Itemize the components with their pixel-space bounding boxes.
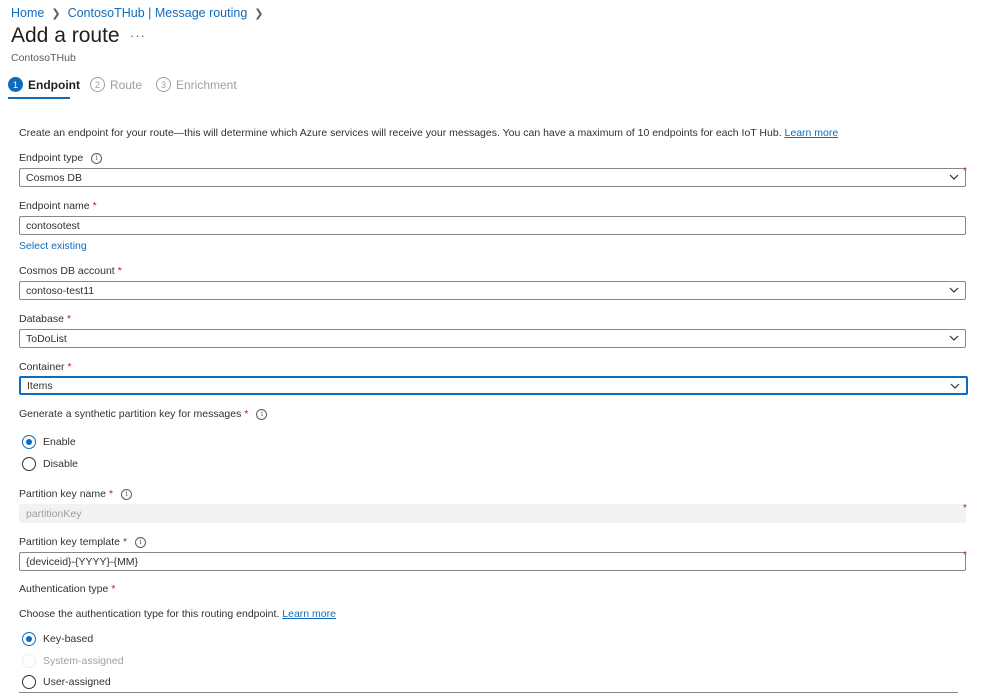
breadcrumb-hub[interactable]: ContosoTHub | Message routing: [68, 6, 248, 20]
container-label: Container *: [19, 361, 72, 373]
required-marker: *: [111, 583, 116, 595]
select-existing-link[interactable]: Select existing: [19, 240, 87, 252]
radio-user-assigned[interactable]: User-assigned: [22, 675, 111, 689]
dropdown-value: Items: [27, 379, 53, 392]
radio-label: System-assigned: [43, 655, 124, 667]
dropdown-value: contoso-test11: [26, 284, 95, 297]
divider: [19, 692, 958, 693]
required-marker: *: [963, 503, 967, 514]
label-text: Endpoint name: [19, 200, 90, 212]
input-value: {deviceid}-{YYYY}-{MM}: [26, 555, 139, 568]
info-icon[interactable]: i: [91, 152, 103, 164]
step-number: 1: [8, 77, 23, 92]
breadcrumb-home[interactable]: Home: [11, 6, 44, 20]
label-text: Container: [19, 361, 65, 373]
label-text: Authentication type: [19, 583, 109, 595]
label-text: Cosmos DB account: [19, 265, 115, 277]
partition-key-name-input: partitionKey: [19, 504, 966, 523]
required-marker: *: [108, 488, 114, 500]
radio-label: Key-based: [43, 633, 94, 645]
learn-more-link[interactable]: Learn more: [785, 127, 839, 139]
cosmos-account-label: Cosmos DB account *: [19, 265, 122, 277]
synthetic-key-label: Generate a synthetic partition key for m…: [19, 408, 268, 420]
cosmos-account-dropdown[interactable]: contoso-test11: [19, 281, 966, 300]
auth-learn-more-link[interactable]: Learn more: [282, 608, 336, 620]
chevron-down-icon: [950, 383, 960, 389]
auth-description: Choose the authentication type for this …: [19, 608, 336, 620]
radio-circle: [22, 435, 36, 449]
label-text: Generate a synthetic partition key for m…: [19, 408, 242, 420]
required-marker: *: [244, 408, 249, 420]
partition-key-template-input[interactable]: {deviceid}-{YYYY}-{MM}: [19, 552, 966, 571]
step-label: Enrichment: [176, 77, 237, 92]
radio-label: Enable: [43, 436, 76, 448]
label-text: Endpoint type: [19, 152, 84, 164]
database-label: Database *: [19, 313, 71, 325]
radio-system-assigned: System-assigned: [22, 654, 124, 668]
required-marker: *: [92, 200, 97, 212]
breadcrumb: Home ❯ ContosoTHub | Message routing ❯: [11, 6, 271, 20]
radio-label: User-assigned: [43, 676, 111, 688]
endpoint-type-label: Endpoint type i: [19, 152, 103, 164]
radio-key-based[interactable]: Key-based: [22, 632, 93, 646]
container-dropdown[interactable]: Items: [19, 376, 968, 395]
endpoint-name-input[interactable]: contosotest: [19, 216, 966, 235]
step-label: Endpoint: [28, 77, 80, 92]
active-tab-indicator: [8, 97, 70, 99]
info-icon[interactable]: i: [256, 408, 268, 420]
input-value: contosotest: [26, 219, 80, 232]
radio-circle: [22, 632, 36, 646]
info-icon[interactable]: i: [121, 488, 133, 500]
required-marker: *: [66, 313, 72, 325]
label-text: Partition key template: [19, 536, 120, 548]
chevron-right-icon: ❯: [51, 7, 61, 20]
radio-enable[interactable]: Enable: [22, 435, 76, 449]
endpoint-type-dropdown[interactable]: Cosmos DB: [19, 168, 966, 187]
auth-description-text: Choose the authentication type for this …: [19, 608, 280, 620]
description-text: Create an endpoint for your route—this w…: [19, 127, 782, 139]
tab-endpoint[interactable]: 1 Endpoint: [8, 77, 80, 92]
required-marker: *: [122, 536, 128, 548]
page-title: Add a route: [11, 24, 120, 47]
chevron-down-icon: [949, 335, 959, 341]
chevron-down-icon: [949, 287, 959, 293]
label-text: Database: [19, 313, 64, 325]
radio-circle: [22, 457, 36, 471]
info-icon[interactable]: i: [135, 536, 147, 548]
dropdown-value: Cosmos DB: [26, 171, 83, 184]
tab-route[interactable]: 2 Route: [90, 77, 142, 92]
tab-enrichment[interactable]: 3 Enrichment: [156, 77, 237, 92]
page-subtitle: ContosoTHub: [11, 52, 76, 64]
radio-circle: [22, 675, 36, 689]
step-number: 3: [156, 77, 171, 92]
radio-label: Disable: [43, 458, 79, 470]
chevron-right-icon: ❯: [254, 7, 264, 20]
radio-circle: [22, 654, 36, 668]
partition-key-name-label: Partition key name * i: [19, 488, 133, 500]
required-marker: *: [963, 166, 967, 177]
required-marker: *: [67, 361, 72, 373]
more-options-icon[interactable]: ···: [130, 28, 146, 43]
required-marker: *: [963, 550, 967, 561]
endpoint-description: Create an endpoint for your route—this w…: [19, 127, 838, 139]
endpoint-name-label: Endpoint name *: [19, 200, 97, 212]
radio-disable[interactable]: Disable: [22, 457, 78, 471]
required-marker: *: [117, 265, 122, 277]
partition-key-template-label: Partition key template * i: [19, 536, 147, 548]
database-dropdown[interactable]: ToDoList: [19, 329, 966, 348]
dropdown-value: ToDoList: [26, 332, 67, 345]
step-number: 2: [90, 77, 105, 92]
auth-type-label: Authentication type *: [19, 583, 115, 595]
step-label: Route: [110, 77, 143, 92]
chevron-down-icon: [949, 174, 959, 180]
label-text: Partition key name: [19, 488, 106, 500]
input-value: partitionKey: [26, 507, 82, 520]
